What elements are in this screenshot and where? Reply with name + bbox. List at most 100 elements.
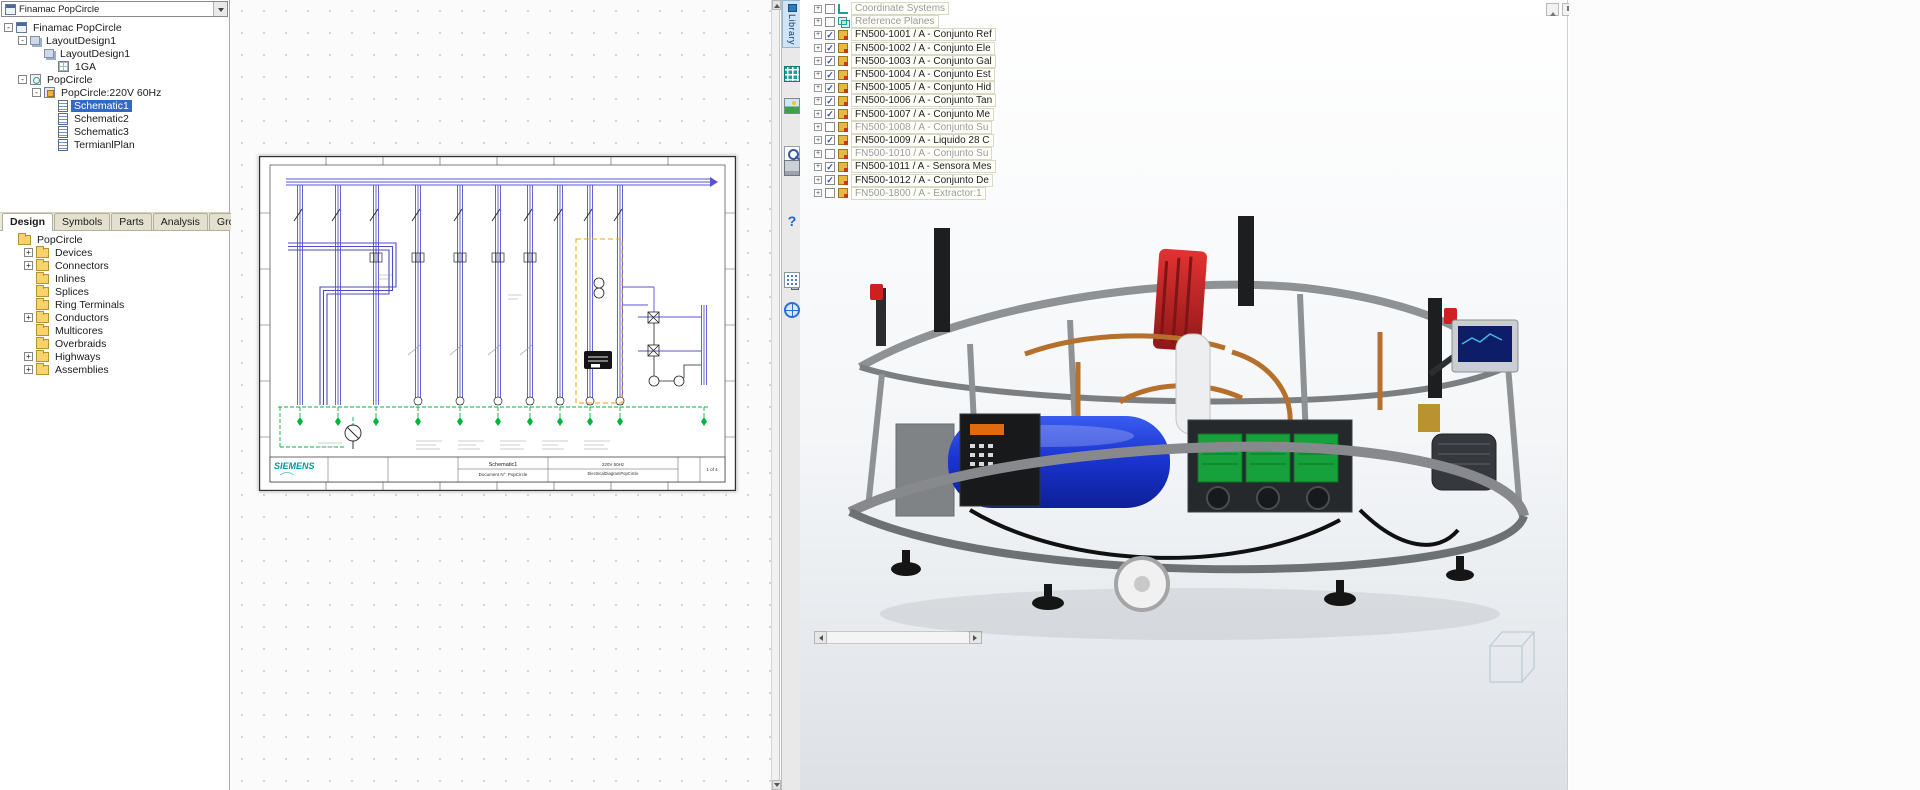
feature-row-fn500-1012[interactable]: ✓ FN500-1012 / A - Conjunto De	[814, 173, 996, 187]
visibility-checkbox[interactable]: ✓	[825, 109, 835, 120]
tree-item-schematic1[interactable]: Schematic1	[0, 99, 229, 112]
visibility-checkbox[interactable]: ✓	[825, 29, 835, 40]
tab-parts[interactable]: Parts	[111, 213, 152, 230]
expander-icon[interactable]	[814, 123, 822, 132]
expander-icon[interactable]	[814, 176, 822, 185]
tree-item-popcircle[interactable]: - PopCircle	[0, 73, 229, 86]
visibility-checkbox[interactable]: ✓	[825, 135, 835, 146]
expander-icon[interactable]	[814, 110, 822, 119]
library-tab[interactable]: Library	[782, 0, 802, 48]
feature-label[interactable]: FN500-1010 / A - Conjunto Su	[851, 147, 993, 161]
expander-icon[interactable]	[814, 30, 822, 39]
feature-row-fn500-1008[interactable]: FN500-1008 / A - Conjunto Su	[814, 120, 996, 134]
machine-3d-render[interactable]	[820, 212, 1560, 652]
visibility-checkbox[interactable]: ✓	[825, 43, 835, 54]
feature-row-fn500-1009[interactable]: ✓ FN500-1009 / A - Liquido 28 C	[814, 133, 996, 147]
design-item-inlines[interactable]: Inlines	[0, 272, 229, 285]
design-item-splices[interactable]: Splices	[0, 285, 229, 298]
globe-icon[interactable]	[784, 302, 800, 318]
visibility-checkbox[interactable]: ✓	[825, 56, 835, 67]
visibility-checkbox[interactable]	[825, 148, 835, 159]
feature-label[interactable]: FN500-1007 / A - Conjunto Me	[851, 107, 995, 121]
expander-icon[interactable]: +	[24, 365, 33, 374]
design-item-highways[interactable]: + Highways	[0, 350, 229, 363]
feature-label[interactable]: FN500-1003 / A - Conjunto Gal	[851, 54, 996, 68]
expander-icon[interactable]	[814, 189, 822, 198]
component-icon[interactable]	[784, 160, 800, 176]
orientation-cube[interactable]	[1482, 620, 1542, 692]
tree-item-finamac-popcircle[interactable]: - Finamac PopCircle	[0, 21, 229, 34]
tree-item-layoutdesign1[interactable]: - LayoutDesign1	[0, 34, 229, 47]
3d-viewport[interactable]: Coordinate Systems Reference Planes ✓ FN5…	[800, 0, 1575, 790]
feature-row-fn500-1005[interactable]: ✓ FN500-1005 / A - Conjunto Hid	[814, 81, 996, 95]
design-item-assemblies[interactable]: + Assemblies	[0, 363, 229, 376]
tab-design[interactable]: Design	[2, 213, 54, 231]
visibility-checkbox[interactable]	[825, 16, 835, 27]
feature-label[interactable]: Reference Planes	[851, 15, 939, 29]
expander-icon[interactable]	[814, 44, 822, 53]
canvas-vertical-scrollbar[interactable]	[771, 0, 781, 790]
table-icon[interactable]	[784, 272, 800, 288]
design-item-devices[interactable]: + Devices	[0, 246, 229, 259]
feature-row-fn500-1004[interactable]: ✓ FN500-1004 / A - Conjunto Est	[814, 68, 996, 82]
chevron-down-icon[interactable]	[213, 2, 227, 16]
feature-label[interactable]: FN500-1004 / A - Conjunto Est	[851, 68, 995, 82]
collapse-panel-icon[interactable]	[1546, 3, 1559, 16]
tree-item-popcircle-220v-60hz[interactable]: - PopCircle:220V 60Hz	[0, 86, 229, 99]
feature-row-fn500-1006[interactable]: ✓ FN500-1006 / A - Conjunto Tan	[814, 94, 997, 108]
feature-row-reference-planes[interactable]: Reference Planes	[814, 15, 996, 29]
design-item-ring-terminals[interactable]: Ring Terminals	[0, 298, 229, 311]
tab-symbols[interactable]: Symbols	[54, 213, 111, 230]
help-icon[interactable]	[784, 214, 800, 230]
expander-icon[interactable]	[814, 17, 822, 26]
expander-icon[interactable]	[814, 136, 822, 145]
expander-icon[interactable]: -	[32, 88, 41, 97]
schematic-canvas[interactable]: SIEMENS Schematic1 Document N°: PopCircl…	[231, 0, 771, 790]
tree-item-schematic3[interactable]: Schematic3	[0, 125, 229, 138]
visibility-checkbox[interactable]	[825, 188, 835, 199]
visibility-checkbox[interactable]: ✓	[825, 95, 835, 106]
expander-icon[interactable]	[814, 83, 822, 92]
tree-item-schematic2[interactable]: Schematic2	[0, 112, 229, 125]
expander-icon[interactable]: +	[24, 352, 33, 361]
feature-row-fn500-1800[interactable]: FN500-1800 / A - Extractor:1	[814, 186, 996, 200]
visibility-checkbox[interactable]: ✓	[825, 82, 835, 93]
design-item-popcircle[interactable]: PopCircle	[0, 233, 229, 246]
harness-grid-icon[interactable]	[784, 66, 800, 82]
scroll-down-icon[interactable]	[772, 780, 781, 790]
design-item-conductors[interactable]: + Conductors	[0, 311, 229, 324]
feature-label[interactable]: FN500-1005 / A - Conjunto Hid	[851, 81, 996, 95]
expander-icon[interactable]	[814, 57, 822, 66]
visibility-checkbox[interactable]: ✓	[825, 69, 835, 80]
feature-label[interactable]: FN500-1800 / A - Extractor:1	[851, 186, 986, 200]
feature-row-fn500-1003[interactable]: ✓ FN500-1003 / A - Conjunto Gal	[814, 54, 996, 68]
feature-label[interactable]: FN500-1011 / A - Sensora Mes	[851, 160, 996, 174]
feature-label[interactable]: FN500-1001 / A - Conjunto Ref	[851, 28, 996, 42]
feature-label[interactable]: FN500-1008 / A - Conjunto Su	[851, 120, 993, 134]
design-item-overbraids[interactable]: Overbraids	[0, 337, 229, 350]
design-item-connectors[interactable]: + Connectors	[0, 259, 229, 272]
feature-row-fn500-1002[interactable]: ✓ FN500-1002 / A - Conjunto Ele	[814, 41, 996, 55]
expander-icon[interactable]	[814, 96, 822, 105]
feature-row-coordinate-systems[interactable]: Coordinate Systems	[814, 2, 996, 16]
feature-row-fn500-1007[interactable]: ✓ FN500-1007 / A - Conjunto Me	[814, 107, 996, 121]
expander-icon[interactable]	[814, 70, 822, 79]
expander-icon[interactable]	[814, 4, 822, 13]
feature-row-fn500-1010[interactable]: FN500-1010 / A - Conjunto Su	[814, 147, 996, 161]
expander-icon[interactable]: +	[24, 248, 33, 257]
expander-icon[interactable]: -	[4, 23, 13, 32]
feature-row-fn500-1001[interactable]: ✓ FN500-1001 / A - Conjunto Ref	[814, 28, 996, 42]
expander-icon[interactable]	[814, 149, 822, 158]
tab-analysis[interactable]: Analysis	[152, 213, 208, 230]
feature-label[interactable]: FN500-1012 / A - Conjunto De	[851, 173, 993, 187]
expander-icon[interactable]: -	[18, 75, 27, 84]
scroll-up-icon[interactable]	[772, 0, 781, 10]
schematic-sheet[interactable]: SIEMENS Schematic1 Document N°: PopCircl…	[258, 155, 737, 492]
feature-label[interactable]: FN500-1006 / A - Conjunto Tan	[851, 94, 997, 108]
expander-icon[interactable]: -	[18, 36, 27, 45]
image-icon[interactable]	[784, 98, 800, 114]
tree-item-1ga[interactable]: 1GA	[0, 60, 229, 73]
tree-item-termianlplan[interactable]: TermianlPlan	[0, 138, 229, 151]
feature-label[interactable]: FN500-1009 / A - Liquido 28 C	[851, 133, 994, 147]
expander-icon[interactable]: +	[24, 261, 33, 270]
